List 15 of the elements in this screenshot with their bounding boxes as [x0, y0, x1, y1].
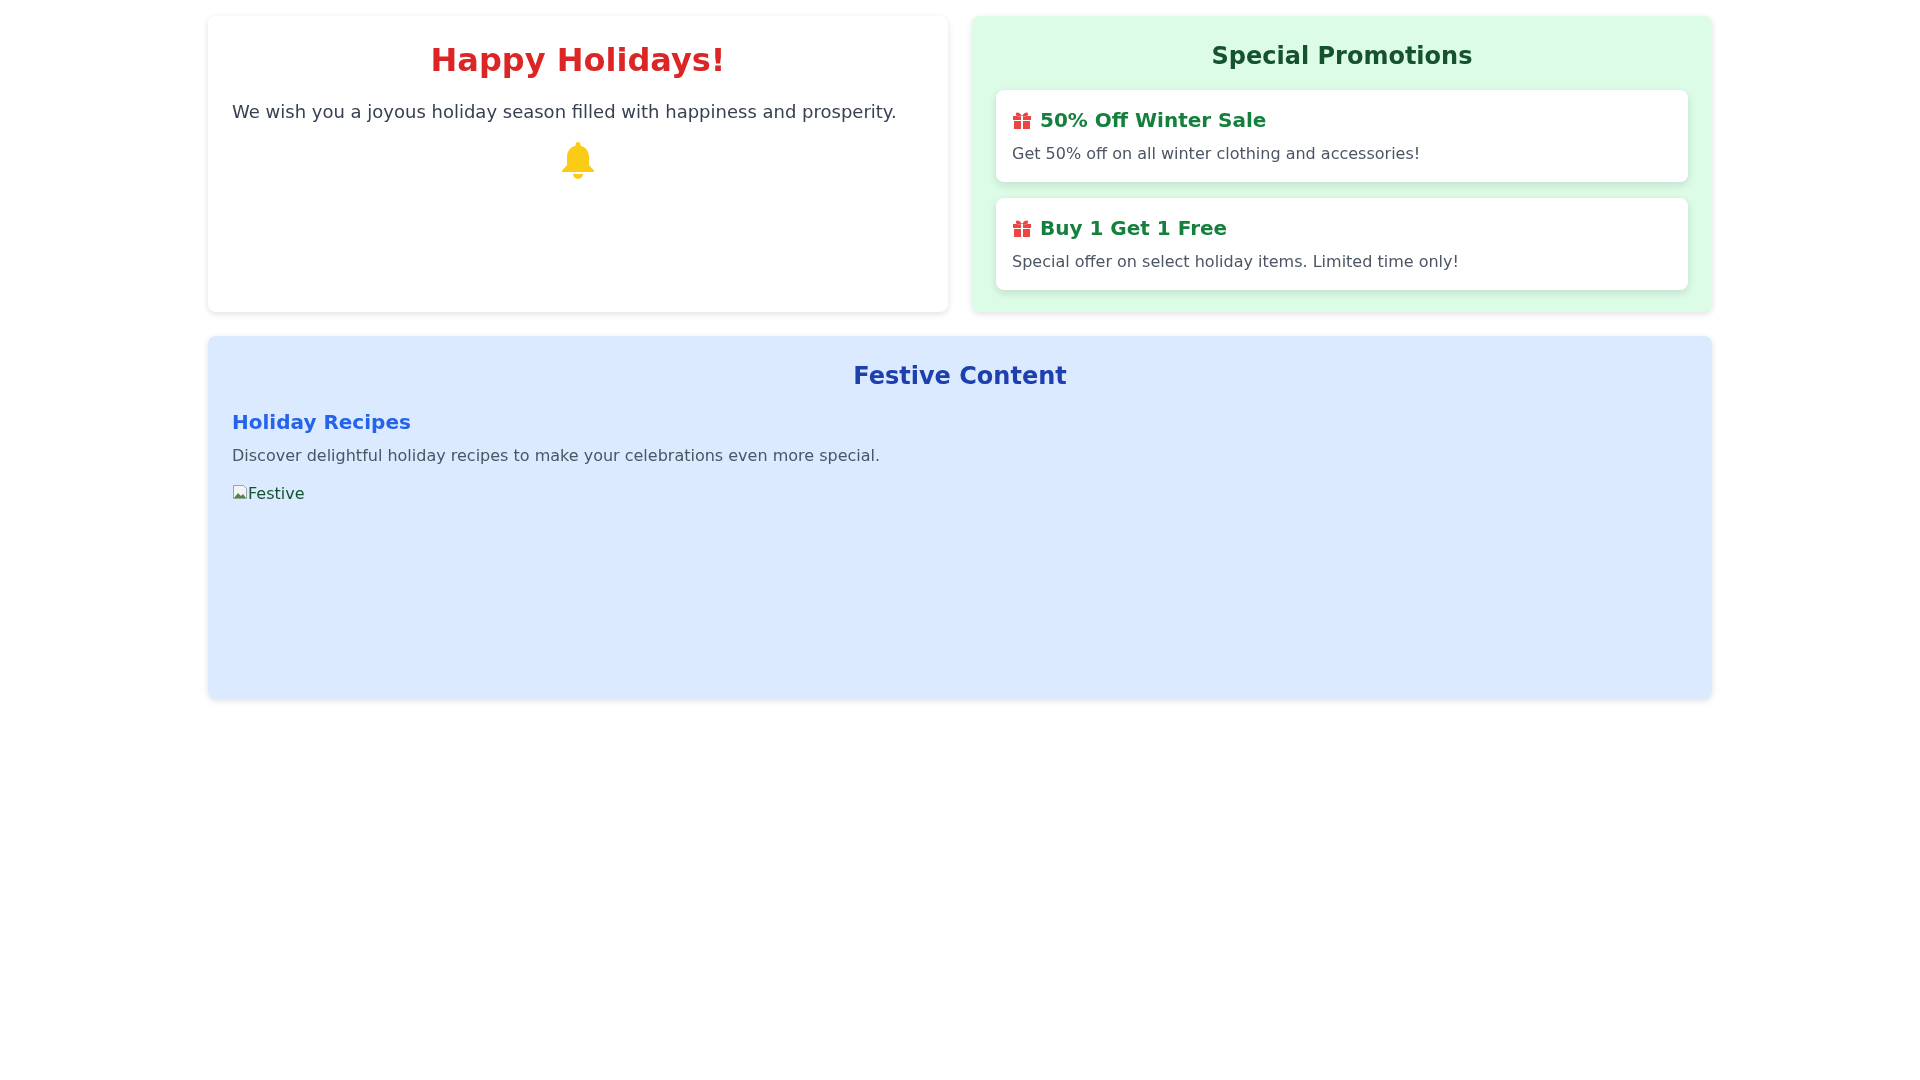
recipes-heading: Holiday Recipes — [232, 409, 412, 436]
greeting-message: We wish you a joyous holiday season filled with happiness and prosperity. — [232, 100, 898, 124]
gift-icon — [1012, 219, 1032, 237]
promo-title: 50% Off Winter Sale — [1040, 107, 1267, 134]
promo-title: Buy 1 Get 1 Free — [1040, 215, 1228, 242]
broken-image-icon — [232, 484, 248, 500]
image-alt-text: Festive — [248, 484, 305, 504]
section-title: Festive Content — [852, 361, 1068, 392]
promo-description: Get 50% off on all winter clothing and accessories! — [1012, 143, 1422, 165]
greeting-title: Happy Holidays! — [429, 40, 727, 80]
bell-icon — [561, 142, 595, 180]
promotions-title: Special Promotions — [1210, 41, 1474, 72]
gift-icon — [1012, 111, 1032, 129]
recipes-description: Discover delightful holiday recipes to make your celebrations even more special. — [232, 445, 882, 467]
promo-description: Special offer on select holiday items. Limited time only! — [1012, 251, 1460, 273]
